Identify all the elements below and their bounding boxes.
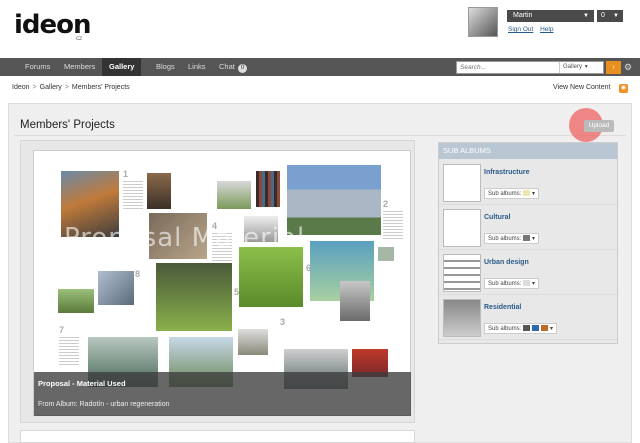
image-album-link[interactable]: From Album: Radotín - urban regeneration [38, 401, 170, 408]
help-link[interactable]: Help [540, 26, 553, 33]
sub-albums-label: Sub albums: [488, 236, 522, 242]
sub-album-infrastructure[interactable]: Infrastructure Sub albums: ▾ [439, 161, 617, 205]
divider [14, 135, 626, 136]
header: ideon cz Martin ▼ 0 ▼ Sign Out Help [0, 0, 640, 58]
photo [239, 247, 303, 307]
album-swatch [523, 325, 531, 332]
search-icon: › [612, 64, 615, 71]
search-input[interactable] [458, 62, 555, 73]
album-name[interactable]: Cultural [484, 214, 510, 221]
photo [238, 329, 268, 355]
nav-item-forums[interactable]: Forums [18, 58, 57, 76]
user-name: Martin [513, 12, 533, 19]
sub-album-residential[interactable]: Residential Sub albums: ▾ [439, 296, 617, 340]
photo [378, 247, 394, 261]
notifications-button[interactable]: 0 ▼ [597, 10, 623, 22]
album-swatch [541, 325, 549, 332]
breadcrumb: Ideon > Gallery > Members' Projects [12, 84, 130, 91]
search-button[interactable]: › [606, 61, 621, 74]
album-name[interactable]: Urban design [484, 259, 529, 266]
nav-item-chat[interactable]: Chat 0 [212, 58, 254, 76]
breadcrumb-item[interactable]: Ideon [12, 84, 30, 91]
poster-number: 8 [135, 269, 141, 279]
poster-number: 2 [383, 199, 389, 209]
nav-item-gallery[interactable]: Gallery [102, 58, 142, 76]
album-swatch [523, 280, 531, 287]
notifications-count: 0 [601, 12, 605, 19]
sub-albums-dropdown[interactable]: Sub albums: ▾ [484, 278, 540, 289]
search-scope-select[interactable]: Gallery ▼ [559, 62, 601, 73]
poster-text [123, 181, 143, 209]
poster-text [59, 337, 79, 365]
poster-text [383, 211, 403, 239]
chevron-down-icon: ▾ [550, 326, 554, 332]
sub-albums-label: Sub albums: [488, 191, 522, 197]
album-name[interactable]: Infrastructure [484, 169, 530, 176]
nav-item-blogs[interactable]: Blogs [149, 58, 182, 76]
page-title: Members' Projects [20, 119, 115, 131]
breadcrumb-separator: > [32, 84, 37, 91]
site-logo-sub: cz [76, 36, 82, 42]
rss-icon[interactable]: ◉ [619, 84, 628, 93]
user-avatar[interactable] [468, 7, 498, 37]
nav-item-members[interactable]: Members [57, 58, 102, 76]
next-image-panel [20, 430, 415, 443]
photo [256, 171, 280, 207]
sub-albums-dropdown[interactable]: Sub albums: ▾ [484, 188, 540, 199]
photo [340, 281, 370, 321]
sub-albums-label: Sub albums: [488, 326, 522, 332]
gear-icon[interactable]: ⚙ [624, 62, 632, 73]
sub-albums-dropdown[interactable]: Sub albums: ▾ [484, 323, 558, 334]
upload-button[interactable]: Upload [584, 120, 614, 132]
album-thumbnail[interactable] [443, 299, 481, 337]
album-swatch [532, 325, 540, 332]
album-thumbnail[interactable] [443, 254, 481, 292]
photo [147, 173, 171, 209]
sub-albums-header: SUB ALBUMS [439, 143, 617, 159]
chat-count-badge: 0 [237, 64, 248, 73]
user-links: Sign Out Help [508, 26, 558, 33]
nav-item-chat-label: Chat [219, 62, 235, 71]
poster-number: 5 [234, 287, 240, 297]
photo [98, 271, 134, 305]
breadcrumb-item[interactable]: Members' Projects [72, 84, 130, 91]
sign-out-link[interactable]: Sign Out [508, 26, 533, 33]
photo [58, 289, 94, 313]
chevron-down-icon: ▾ [532, 236, 536, 242]
chevron-down-icon: ▾ [532, 191, 536, 197]
poster-number: 3 [280, 317, 286, 327]
album-thumbnail[interactable] [443, 209, 481, 247]
photo [156, 263, 232, 331]
chevron-down-icon: ▼ [613, 13, 619, 19]
photo [217, 181, 251, 209]
view-new-content-link[interactable]: View New Content [553, 84, 610, 91]
chevron-down-icon: ▼ [583, 64, 589, 70]
sub-albums-dropdown[interactable]: Sub albums: ▾ [484, 233, 540, 244]
breadcrumb-item[interactable]: Gallery [40, 84, 62, 91]
user-menu-button[interactable]: Martin ▼ [507, 10, 594, 22]
breadcrumb-separator: > [64, 84, 69, 91]
poster-number: 6 [306, 263, 312, 273]
poster-number: 1 [123, 169, 129, 179]
album-name[interactable]: Residential [484, 304, 521, 311]
album-swatch [523, 235, 531, 242]
poster-number: 7 [59, 325, 65, 335]
album-thumbnail[interactable] [443, 164, 481, 202]
sub-albums-label: Sub albums: [488, 281, 522, 287]
sub-album-cultural[interactable]: Cultural Sub albums: ▾ [439, 206, 617, 250]
nav-item-links[interactable]: Links [181, 58, 213, 76]
image-title[interactable]: Proposal - Material Used [38, 379, 126, 388]
poster-watermark: Proposal Material [64, 223, 306, 253]
album-swatch [523, 190, 531, 197]
chevron-down-icon: ▼ [583, 13, 589, 19]
sub-album-urban-design[interactable]: Urban design Sub albums: ▾ [439, 251, 617, 295]
chevron-down-icon: ▾ [532, 281, 536, 287]
search-scope-label: Gallery [563, 64, 583, 70]
